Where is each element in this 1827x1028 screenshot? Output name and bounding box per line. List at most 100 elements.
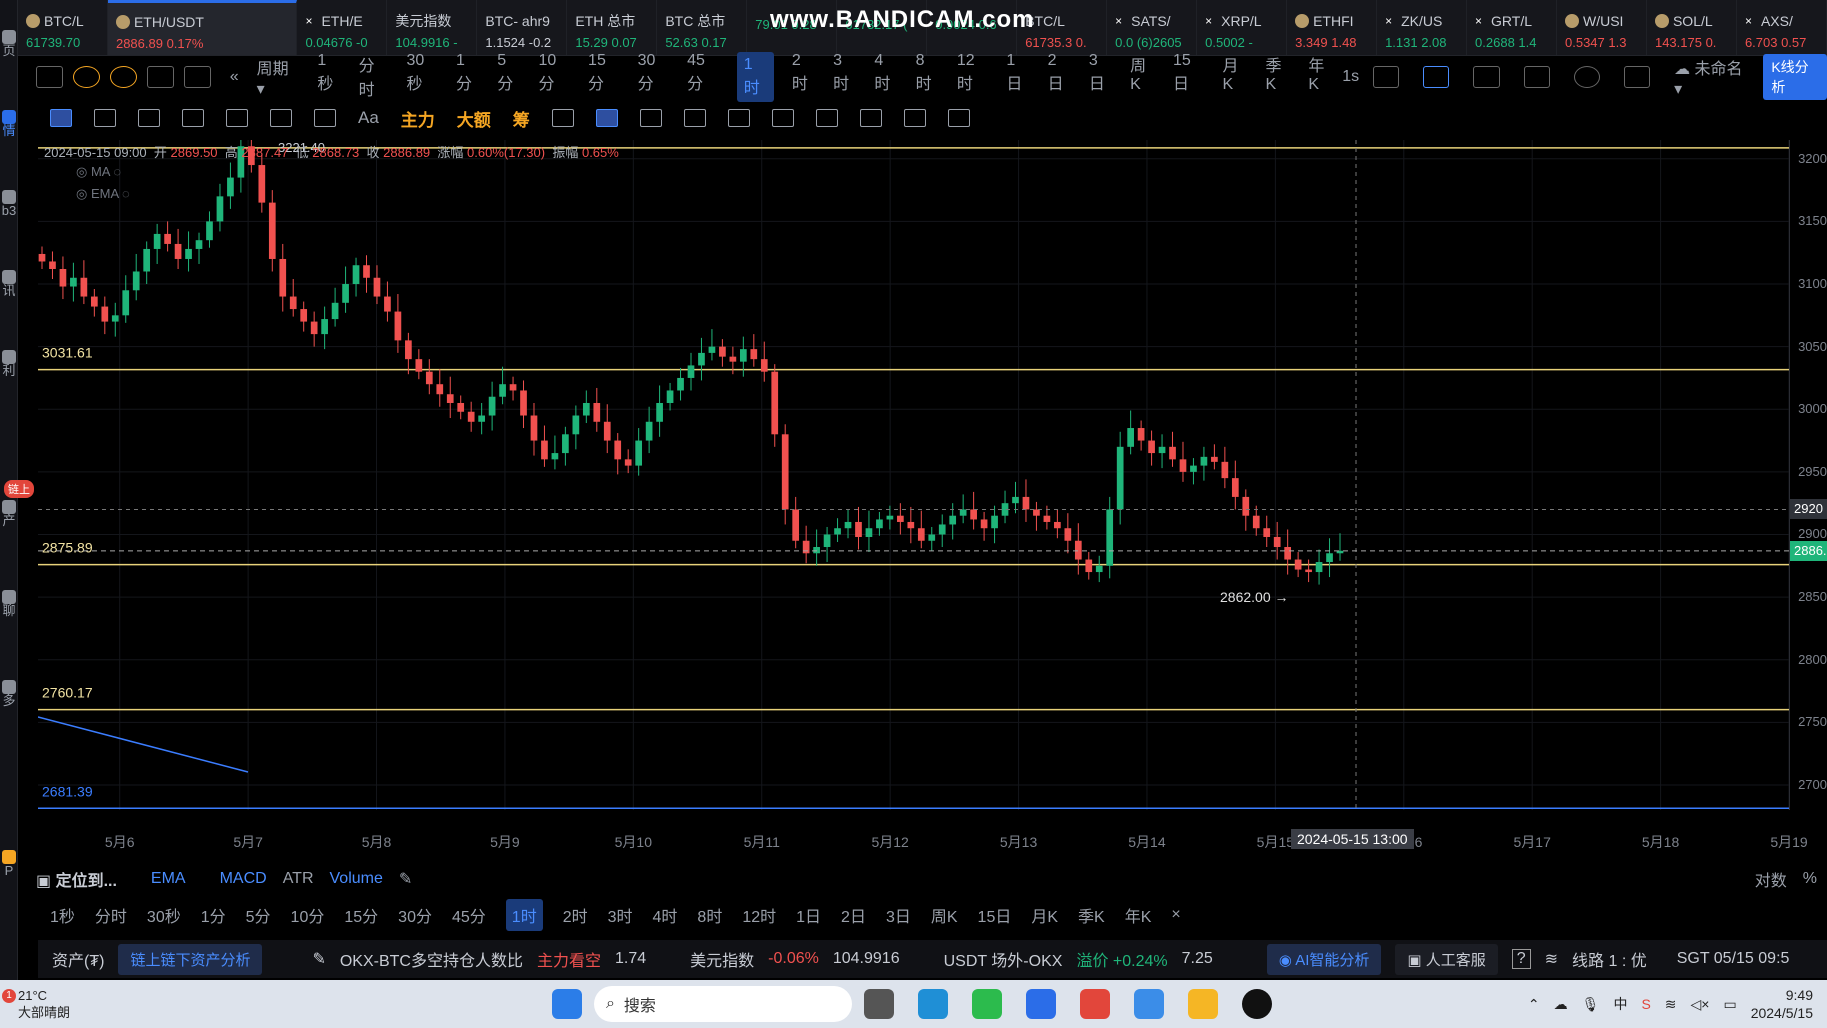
- layout-name[interactable]: ☁ 未命名 ▾: [1674, 55, 1749, 99]
- windows-start-icon[interactable]: [552, 989, 582, 1019]
- large-order-button[interactable]: 大额: [457, 106, 491, 131]
- edge-icon[interactable]: [918, 989, 948, 1019]
- top-period[interactable]: 2日: [1048, 52, 1071, 102]
- camera-icon[interactable]: [1373, 66, 1400, 88]
- sogou-icon[interactable]: S: [1641, 996, 1650, 1012]
- top-period[interactable]: 季K: [1265, 52, 1290, 102]
- ma-indicator-label[interactable]: ◎ MA ◌: [76, 164, 121, 180]
- interval-1s[interactable]: 1s: [1342, 68, 1359, 86]
- line-status[interactable]: 线路 1 : 优: [1572, 947, 1647, 971]
- bottom-period[interactable]: 2日: [841, 903, 866, 927]
- top-period[interactable]: 15分: [588, 52, 620, 102]
- top-period[interactable]: 1秒: [317, 52, 340, 102]
- symbol-tab[interactable]: ETH 总市 15.29 0.07: [567, 0, 658, 55]
- ai-analysis-button[interactable]: ◉ AI智能分析: [1266, 943, 1382, 975]
- rectangle-tool-icon[interactable]: [182, 109, 204, 127]
- chips-button[interactable]: 筹: [513, 106, 530, 131]
- text-tool[interactable]: Aa: [358, 108, 379, 128]
- top-period[interactable]: 45分: [687, 52, 719, 102]
- wifi-tray-icon[interactable]: ≋: [1665, 996, 1677, 1013]
- mic-icon[interactable]: 🎙: [1582, 996, 1600, 1013]
- symbol-tab[interactable]: W/USI 0.5347 1.3: [1557, 0, 1647, 55]
- channel-tool-icon[interactable]: [138, 109, 160, 127]
- symbol-tab[interactable]: BTC 总市 52.63 0.17: [657, 0, 748, 55]
- assets-label[interactable]: 资产(₮): [52, 947, 104, 971]
- edit-indicator-icon[interactable]: ✎: [399, 869, 412, 889]
- support-button[interactable]: ▣ 人工客服: [1395, 943, 1498, 975]
- rail-item-news[interactable]: 讯: [0, 270, 18, 298]
- symbol-tab[interactable]: ETHFI 3.349 1.48: [1287, 0, 1378, 55]
- symbol-tab[interactable]: × SATS/0.0 (6)2605: [1107, 0, 1198, 55]
- wechat-icon[interactable]: [972, 989, 1002, 1019]
- symbol-tab[interactable]: × GRT/L 0.2688 1.4: [1467, 0, 1557, 55]
- onedrive-icon[interactable]: ☁: [1554, 996, 1568, 1013]
- indicator-macd[interactable]: MACD: [220, 870, 267, 888]
- rail-item-assets[interactable]: 产: [0, 500, 18, 528]
- wps-icon[interactable]: [1080, 989, 1110, 1019]
- sync-icon[interactable]: [903, 109, 926, 127]
- top-period[interactable]: 30秒: [406, 52, 438, 102]
- bottom-period[interactable]: 30分: [398, 903, 432, 927]
- copy-icon[interactable]: [727, 109, 750, 127]
- top-period[interactable]: 年K: [1308, 52, 1333, 102]
- symbol-tab[interactable]: × ETH/E 0.04676 -0: [297, 0, 388, 55]
- percent-scale-toggle[interactable]: %: [1803, 870, 1817, 888]
- symbol-tab[interactable]: BTC- ahr9 1.1524 -0.2: [477, 0, 568, 55]
- settings-icon[interactable]: [1573, 66, 1600, 88]
- kline-analysis-button[interactable]: K线分析: [1763, 54, 1827, 100]
- calendar-icon[interactable]: [146, 66, 174, 88]
- bottom-period[interactable]: 15分: [344, 903, 378, 927]
- indicator-atr[interactable]: ATR: [283, 870, 314, 888]
- measure-tool-icon[interactable]: [314, 109, 336, 127]
- bottom-period[interactable]: 30秒: [147, 903, 181, 927]
- top-period[interactable]: 月K: [1223, 52, 1248, 102]
- bottom-period[interactable]: 10分: [291, 903, 325, 927]
- filter-icon[interactable]: [859, 109, 882, 127]
- ime-icon[interactable]: 中: [1613, 994, 1627, 1014]
- task-view-icon[interactable]: [864, 989, 894, 1019]
- eraser-icon[interactable]: [815, 109, 838, 127]
- bottom-period[interactable]: 12时: [742, 903, 776, 927]
- folder-icon[interactable]: [1188, 989, 1218, 1019]
- bottom-period[interactable]: 季K: [1078, 903, 1105, 927]
- bottom-period[interactable]: 年K: [1125, 903, 1152, 927]
- pencil-icon[interactable]: ✎: [312, 949, 325, 969]
- symbol-tab[interactable]: 美元指数 104.9916 -: [387, 0, 478, 55]
- line-tool-icon[interactable]: [94, 109, 116, 127]
- symbol-tab[interactable]: SOL/L 143.175 0.: [1647, 0, 1737, 55]
- asset-analysis-button[interactable]: 链上链下资产分析: [118, 943, 263, 975]
- time-axis[interactable]: 5月195月185月175月165月155月145月135月125月115月10…: [38, 828, 1808, 854]
- log-scale-toggle[interactable]: 对数: [1755, 867, 1787, 891]
- ema-indicator-label[interactable]: ◎ EMA ◌: [76, 186, 130, 202]
- hline-tool-icon[interactable]: [226, 109, 248, 127]
- magnet-icon[interactable]: [639, 109, 662, 127]
- help-icon[interactable]: ?: [1511, 949, 1531, 969]
- bottom-period[interactable]: 周K: [931, 903, 958, 927]
- indicator-icon[interactable]: [72, 66, 100, 88]
- bottom-period[interactable]: 5分: [246, 903, 271, 927]
- indicator-ema[interactable]: EMA: [151, 870, 186, 888]
- battery-icon[interactable]: ▭: [1723, 996, 1736, 1013]
- pen-icon[interactable]: [1423, 66, 1450, 88]
- locate-button[interactable]: ▣ 定位到...: [36, 867, 117, 891]
- bottom-period[interactable]: 15日: [978, 903, 1012, 927]
- fullscreen-icon[interactable]: [1623, 66, 1651, 88]
- rail-item-quotes[interactable]: 情: [0, 110, 18, 138]
- trash-icon[interactable]: [947, 109, 970, 127]
- crosshair-tool-icon[interactable]: [50, 109, 72, 127]
- bandicam-icon[interactable]: [1242, 989, 1272, 1019]
- symbol-tab[interactable]: × XRP/L 0.5002 -: [1197, 0, 1288, 55]
- close-period-bar-icon[interactable]: ×: [1171, 906, 1180, 924]
- rail-item-chat[interactable]: 聊: [0, 590, 18, 618]
- period-dropdown[interactable]: 周期 ▾: [257, 55, 300, 99]
- symbol-tab[interactable]: × ZK/US 1.131 2.08: [1377, 0, 1468, 55]
- bottom-period[interactable]: 1分: [201, 903, 226, 927]
- taskbar-search[interactable]: ⌕ 搜索: [594, 986, 852, 1022]
- bottom-period[interactable]: 3日: [886, 903, 911, 927]
- brush-tool-icon[interactable]: [551, 109, 574, 127]
- indicator-volume[interactable]: Volume: [330, 870, 383, 888]
- bottom-period[interactable]: 1日: [796, 903, 821, 927]
- top-period[interactable]: 5分: [497, 52, 520, 102]
- candlestick-chart[interactable]: 3208.753031.612875.892760.172681.393221.…: [38, 140, 1789, 810]
- top-period[interactable]: 3日: [1089, 52, 1112, 102]
